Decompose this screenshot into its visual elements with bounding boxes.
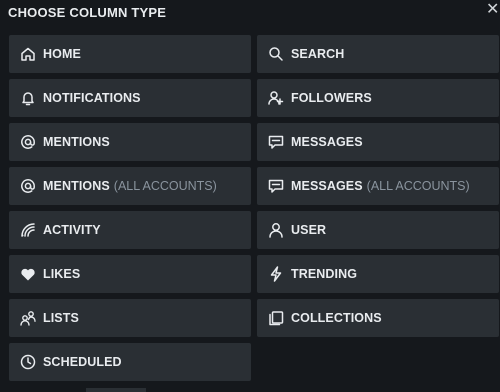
column-type-sublabel: (ALL ACCOUNTS) [366,179,470,193]
column-type-trending[interactable]: TRENDING [257,255,499,293]
grid-empty-cell [257,343,499,381]
at-icon [19,177,37,195]
column-type-label: LIKES [43,267,81,281]
at-icon [19,133,37,151]
column-type-label: SCHEDULED [43,355,122,369]
close-icon[interactable]: ✕ [486,2,500,18]
heart-icon [19,265,37,283]
modal-header: CHOOSE COLUMN TYPE ✕ [0,0,500,24]
column-type-label: NOTIFICATIONS [43,91,141,105]
column-type-notifications[interactable]: NOTIFICATIONS [9,79,251,117]
home-icon [19,45,37,63]
column-type-mentions-all-accounts[interactable]: MENTIONS (ALL ACCOUNTS) [9,167,251,205]
column-type-label: HOME [43,47,81,61]
column-type-messages-all-accounts[interactable]: MESSAGES (ALL ACCOUNTS) [257,167,499,205]
collections-icon [267,309,285,327]
column-type-label: ACTIVITY [43,223,101,237]
column-type-followers[interactable]: FOLLOWERS [257,79,499,117]
column-type-label: MESSAGES [291,135,363,149]
column-type-messages[interactable]: MESSAGES [257,123,499,161]
column-type-scheduled[interactable]: SCHEDULED [9,343,251,381]
message-icon [267,177,285,195]
user-icon [267,221,285,239]
column-type-label: MENTIONS [43,179,110,193]
column-type-label: FOLLOWERS [291,91,372,105]
scroll-remnant [86,388,146,392]
column-type-grid: HOME SEARCH NOTIFICATIONS FOLLOWERS MENT… [9,35,499,381]
add-user-icon [267,89,285,107]
column-type-user[interactable]: USER [257,211,499,249]
column-type-label: USER [291,223,327,237]
column-type-collections[interactable]: COLLECTIONS [257,299,499,337]
bell-icon [19,89,37,107]
column-type-sublabel: (ALL ACCOUNTS) [113,179,217,193]
search-icon [267,45,285,63]
column-type-label: MENTIONS [43,135,110,149]
column-type-home[interactable]: HOME [9,35,251,73]
column-type-label: COLLECTIONS [291,311,382,325]
activity-icon [19,221,37,239]
column-type-label: MESSAGES [291,179,363,193]
column-type-search[interactable]: SEARCH [257,35,499,73]
column-type-activity[interactable]: ACTIVITY [9,211,251,249]
column-type-mentions[interactable]: MENTIONS [9,123,251,161]
clock-icon [19,353,37,371]
column-type-lists[interactable]: LISTS [9,299,251,337]
column-type-label: LISTS [43,311,79,325]
column-type-label: SEARCH [291,47,345,61]
modal-title: CHOOSE COLUMN TYPE [8,5,167,20]
lists-icon [19,309,37,327]
column-type-likes[interactable]: LIKES [9,255,251,293]
column-type-label: TRENDING [291,267,358,281]
message-icon [267,133,285,151]
lightning-icon [267,265,285,283]
